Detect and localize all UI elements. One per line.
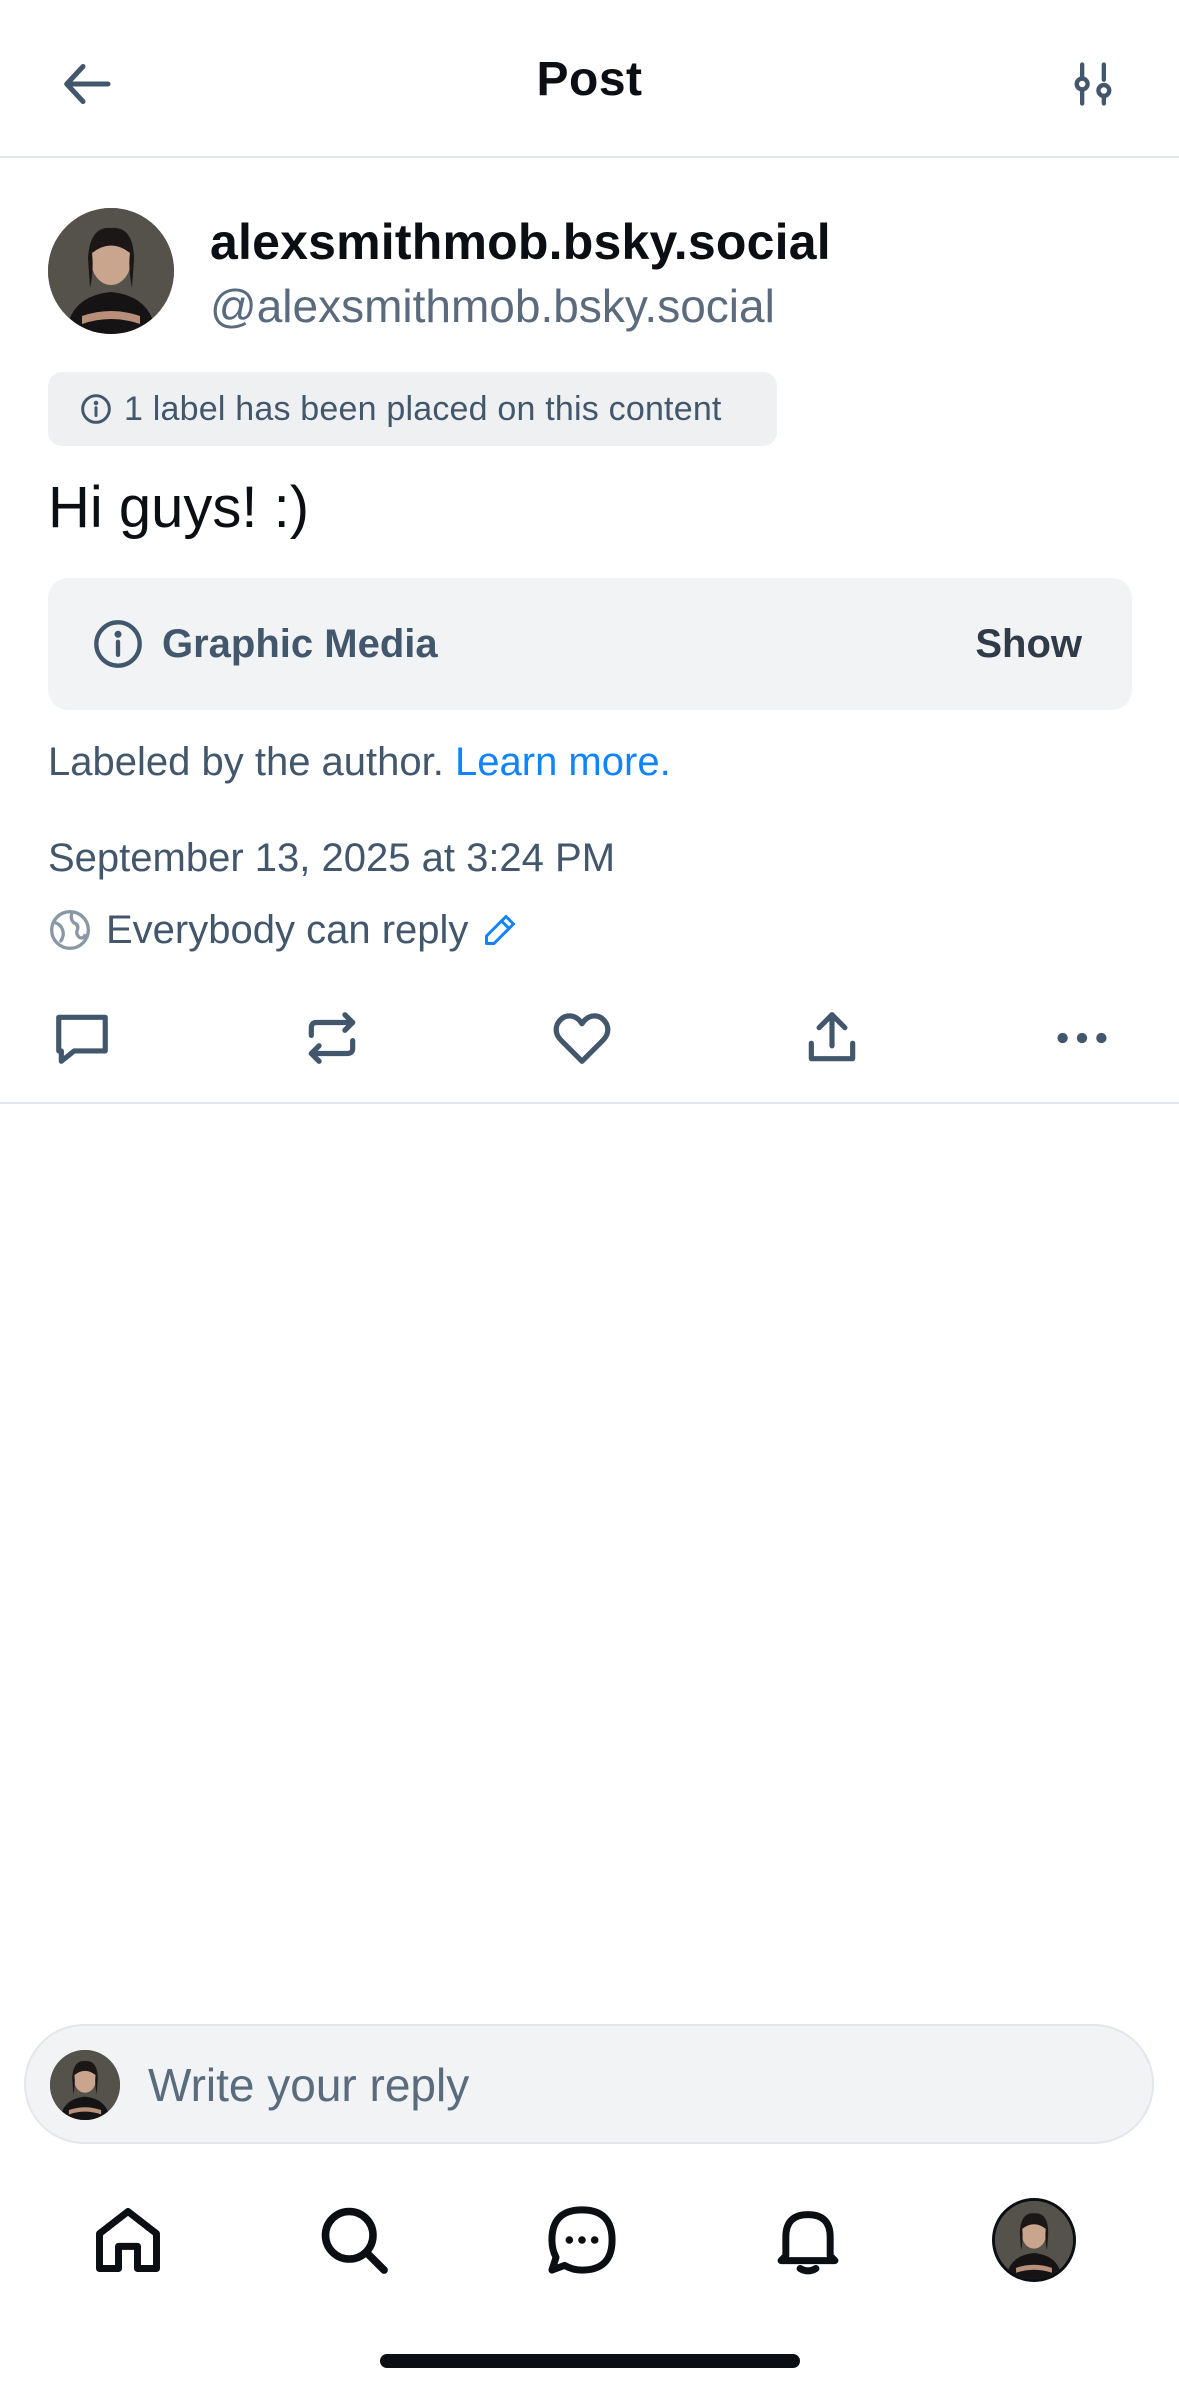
tab-home[interactable] <box>80 2192 176 2288</box>
share-icon <box>808 1012 856 1062</box>
avatar <box>992 2198 1076 2282</box>
header: Post <box>0 0 1179 158</box>
search-icon <box>321 2207 388 2274</box>
reply-composer[interactable]: Write your reply <box>24 2024 1154 2144</box>
content-label-pill[interactable]: 1 label has been placed on this content <box>48 372 777 446</box>
more-options-button[interactable] <box>1042 998 1122 1078</box>
labeled-by-text: Labeled by the author. <box>48 740 444 784</box>
page-title: Post <box>536 53 643 106</box>
tab-notifications[interactable] <box>760 2192 856 2288</box>
home-icon <box>96 2208 160 2272</box>
reply-settings-text: Everybody can reply <box>106 907 469 952</box>
avatar-photo <box>50 2050 120 2120</box>
repost-icon <box>308 1012 356 1064</box>
like-button[interactable] <box>542 998 622 1078</box>
tab-chat[interactable] <box>534 2192 630 2288</box>
info-icon <box>81 394 111 424</box>
globe-icon <box>50 910 90 950</box>
avatar <box>50 2050 120 2120</box>
learn-more-link[interactable]: Learn more. <box>455 740 671 784</box>
heart-icon <box>553 1013 611 1064</box>
reply-button[interactable] <box>42 998 122 1078</box>
content-warning-card[interactable]: Graphic Media Show <box>48 578 1132 710</box>
thread-settings-button[interactable] <box>1057 48 1129 120</box>
pencil-icon[interactable] <box>482 912 518 948</box>
labeled-by-note: Labeled by the author. Learn more. <box>48 734 671 790</box>
divider <box>0 1102 1179 1104</box>
reply-icon <box>56 1014 108 1064</box>
repost-button[interactable] <box>292 998 372 1078</box>
post-timestamp: September 13, 2025 at 3:24 PM <box>48 836 616 880</box>
content-label-text: 1 label has been placed on this content <box>124 389 722 428</box>
show-content-button[interactable]: Show <box>975 618 1082 670</box>
author-handle[interactable]: @alexsmithmob.bsky.social <box>210 276 775 336</box>
sliders-icon <box>1074 62 1112 106</box>
more-icon <box>1057 1032 1107 1044</box>
avatar-photo <box>995 2201 1073 2279</box>
author-display-name[interactable]: alexsmithmob.bsky.social <box>210 212 831 272</box>
post-actions <box>0 980 1179 1100</box>
reply-settings[interactable]: Everybody can reply <box>48 902 518 958</box>
content-warning-title: Graphic Media <box>162 622 438 666</box>
chat-icon <box>548 2206 616 2274</box>
avatar-photo <box>48 208 174 334</box>
post-text: Hi guys! :) <box>48 475 310 540</box>
bell-icon <box>777 2211 839 2275</box>
home-indicator <box>380 2354 800 2368</box>
bottom-tab-bar <box>0 2164 1179 2314</box>
share-button[interactable] <box>792 998 872 1078</box>
reply-input[interactable]: Write your reply <box>148 2056 469 2114</box>
info-icon <box>94 620 142 668</box>
tab-profile[interactable] <box>986 2192 1082 2288</box>
author-avatar[interactable] <box>48 208 174 334</box>
tab-search[interactable] <box>306 2192 402 2288</box>
